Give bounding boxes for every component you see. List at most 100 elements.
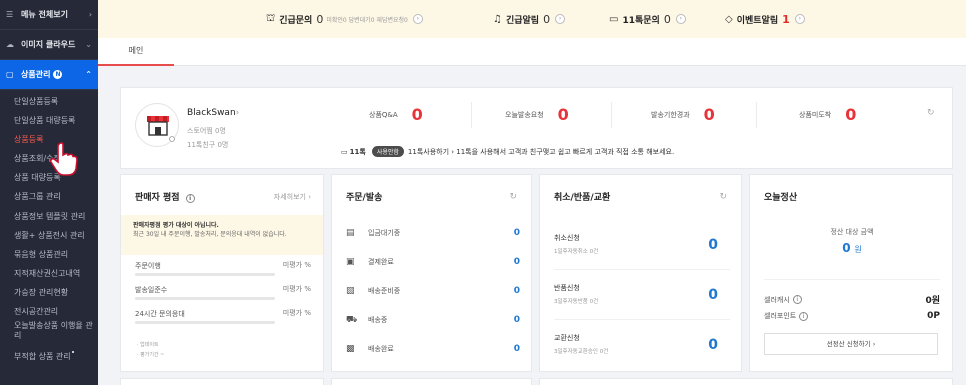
sidebar-item[interactable]: 지적재산권신고내역: [0, 264, 98, 283]
refresh-icon[interactable]: ↻: [719, 192, 727, 202]
urgent-inquiry-title: 긴급문의: [279, 15, 313, 26]
sidebar-item[interactable]: 상품조회/수정: [0, 149, 98, 168]
pre-settlement-label: 선정산 신청하기: [826, 340, 871, 348]
stat-qna[interactable]: 상품Q&A 0: [369, 105, 423, 124]
alert-bar: ⛫ 긴급문의 0 미확인0 답변대기0 재답변요청0 › ♫ 긴급알림 0 › …: [98, 0, 966, 38]
chevron-down-icon: ⌄: [85, 40, 92, 49]
order-value: 0: [513, 344, 520, 354]
menu-icon: ☰: [6, 10, 14, 19]
chat-icon: ▭: [341, 147, 348, 156]
stat-label: 발송기한경과: [651, 110, 690, 119]
talk-enable-link[interactable]: 11톡사용하기 ›: [408, 147, 456, 157]
rating-detail-link[interactable]: 자세히보기 ›: [274, 192, 311, 202]
return-row-value: 0: [708, 287, 718, 303]
menu-all-button[interactable]: ☰ 메뉴 전체보기 ›: [0, 0, 98, 30]
sidebar-item[interactable]: 단일상품 대량등록: [0, 111, 98, 130]
event-alert[interactable]: ◇ 이벤트알림 1 ›: [725, 13, 805, 26]
settle-target-unit: 원: [854, 245, 862, 254]
notice-prefix: 11톡: [349, 147, 366, 156]
product-submenu: 단일상품등록 단일상품 대량등록 상품등록 상품조회/수정 상품 대량등록 상품…: [0, 90, 98, 366]
image-cloud-button[interactable]: ☁ 이미지 클라우드 ⌄: [0, 30, 98, 60]
stat-value: 0: [703, 105, 715, 124]
sidebar-item[interactable]: 상품정보 템플릿 관리: [0, 207, 98, 226]
done-icon: ▩: [346, 344, 355, 354]
avatar[interactable]: [135, 103, 179, 147]
divider: [554, 319, 730, 320]
sidebar-item[interactable]: 상품그룹 관리: [0, 187, 98, 206]
product-mgmt-button[interactable]: ▢ 상품관리 N ⌃: [0, 60, 98, 90]
urgent-alert[interactable]: ♫ 긴급알림 0 ›: [493, 13, 566, 26]
stat-label: 오늘발송요청: [505, 110, 544, 119]
order-row[interactable]: ▤ 입금대기중 0: [346, 225, 520, 241]
today-settlement-card: 오늘정산 정산 대상 금액 0 원 셀러캐시 i 0원 셀러포인트 i 0P 선…: [749, 174, 953, 372]
rating-label: 발송일준수: [135, 286, 168, 294]
new-badge: N: [53, 70, 63, 79]
exchange-row-sub: 3일후자동교환승인 0건: [554, 349, 609, 355]
stat-today-ship[interactable]: 오늘발송요청 0: [505, 105, 569, 124]
sidebar-item[interactable]: 상품 대량등록: [0, 168, 98, 187]
next-card: [539, 378, 953, 385]
product-mgmt-label: 상품관리: [21, 70, 51, 79]
info-icon[interactable]: i: [792, 295, 802, 304]
sidebar-item[interactable]: 생활+ 상품전시 관리: [0, 226, 98, 245]
tab-main[interactable]: 메인: [98, 38, 174, 66]
settle-target-value: 0: [842, 241, 851, 255]
order-label: 배송준비중: [368, 287, 401, 295]
store-name[interactable]: BlackSwan›: [187, 108, 239, 118]
sidebar-item[interactable]: 부적합 상품 관리: [0, 347, 98, 366]
order-row[interactable]: ▧ 배송준비중 0: [346, 283, 520, 299]
notice-text: 11톡을 사용해서 고객과 친구맺고 쉽고 빠르게 고객과 직접 소통 해보세요…: [456, 147, 675, 156]
rating-label: 24시간 문의응대: [135, 310, 185, 318]
order-row[interactable]: ⛟ 배송중 0: [346, 312, 520, 328]
sidebar-item-selected[interactable]: 상품등록: [0, 130, 98, 149]
stat-not-arrived[interactable]: 상품미도착 0: [799, 105, 856, 124]
return-row-sub: 3일후자동반품 0건: [554, 299, 599, 305]
rating-warning: 판매자평점 평가 대상이 아닙니다. 최근 30일 내 주문이행, 발송처리, …: [121, 215, 323, 255]
urgent-inquiry[interactable]: ⛫ 긴급문의 0 미확인0 답변대기0 재답변요청0 ›: [266, 13, 423, 26]
sidebar-item[interactable]: 묶음형 상품관리: [0, 245, 98, 264]
cancel-row-value: 0: [708, 237, 718, 253]
rating-title-row: 판매자 평점 i: [135, 190, 195, 203]
chevron-right-icon[interactable]: ›: [794, 14, 805, 24]
rating-value: 미평가 %: [282, 309, 311, 317]
stat-overdue[interactable]: 발송기한경과 0: [651, 105, 715, 124]
chevron-up-icon: ⌃: [85, 70, 92, 79]
stat-value: 0: [411, 105, 423, 124]
sidebar-item[interactable]: 단일상품등록: [0, 92, 98, 111]
divider: [611, 102, 612, 128]
exchange-row[interactable]: 교환신청 3일후자동교환승인 0건 0: [554, 333, 730, 373]
talk-inquiry-count: 0: [663, 12, 671, 26]
rating-period: · 평가기간 ~: [137, 352, 165, 358]
order-value: 0: [513, 286, 520, 296]
next-card: [120, 378, 324, 385]
chevron-right-icon: ›: [88, 10, 92, 19]
sidebar-item[interactable]: 가승장 관리현황: [0, 283, 98, 302]
talk-inquiry[interactable]: ▭ 11톡문의 0 ›: [609, 13, 686, 26]
seller-cash-value: 0원: [925, 296, 940, 306]
chevron-right-icon[interactable]: ›: [555, 14, 566, 24]
order-row[interactable]: ▩ 배송완료 0: [346, 341, 520, 357]
rating-row: 24시간 문의응대 미평가 %: [135, 309, 311, 324]
refresh-icon[interactable]: ↻: [509, 192, 517, 202]
pre-settlement-button[interactable]: 선정산 신청하기 ›: [764, 333, 938, 355]
refresh-icon[interactable]: ↻: [927, 108, 935, 118]
event-alert-title: 이벤트알림: [736, 15, 779, 26]
cancel-row[interactable]: 취소신청 1일후자동취소 0건 0: [554, 233, 730, 273]
info-icon[interactable]: i: [185, 194, 195, 203]
talk-inquiry-title: 11톡문의: [622, 15, 660, 26]
sidebar-item[interactable]: 전시공간관리: [0, 302, 98, 321]
chevron-right-icon[interactable]: ›: [412, 14, 423, 24]
info-icon[interactable]: i: [799, 311, 809, 321]
store-summary-card: BlackSwan› 스토어찜 0명 11톡친구 0명 상품Q&A 0 오늘발송…: [120, 87, 953, 169]
bell-icon: ♫: [493, 13, 502, 25]
order-row[interactable]: ▣ 결제완료 0: [346, 254, 520, 270]
sidebar-item[interactable]: 오늘발송상품 이행율 관리: [0, 321, 98, 347]
return-row[interactable]: 반품신청 3일후자동반품 0건 0: [554, 283, 730, 323]
divider: [471, 102, 472, 128]
settle-target-label: 정산 대상 금액: [830, 228, 874, 236]
cloud-icon: ☁: [6, 40, 14, 49]
divider: [554, 269, 730, 270]
seller-point-label: 셀러포인트: [764, 312, 797, 320]
chevron-right-icon[interactable]: ›: [675, 14, 686, 24]
order-label: 입금대기중: [368, 229, 401, 237]
